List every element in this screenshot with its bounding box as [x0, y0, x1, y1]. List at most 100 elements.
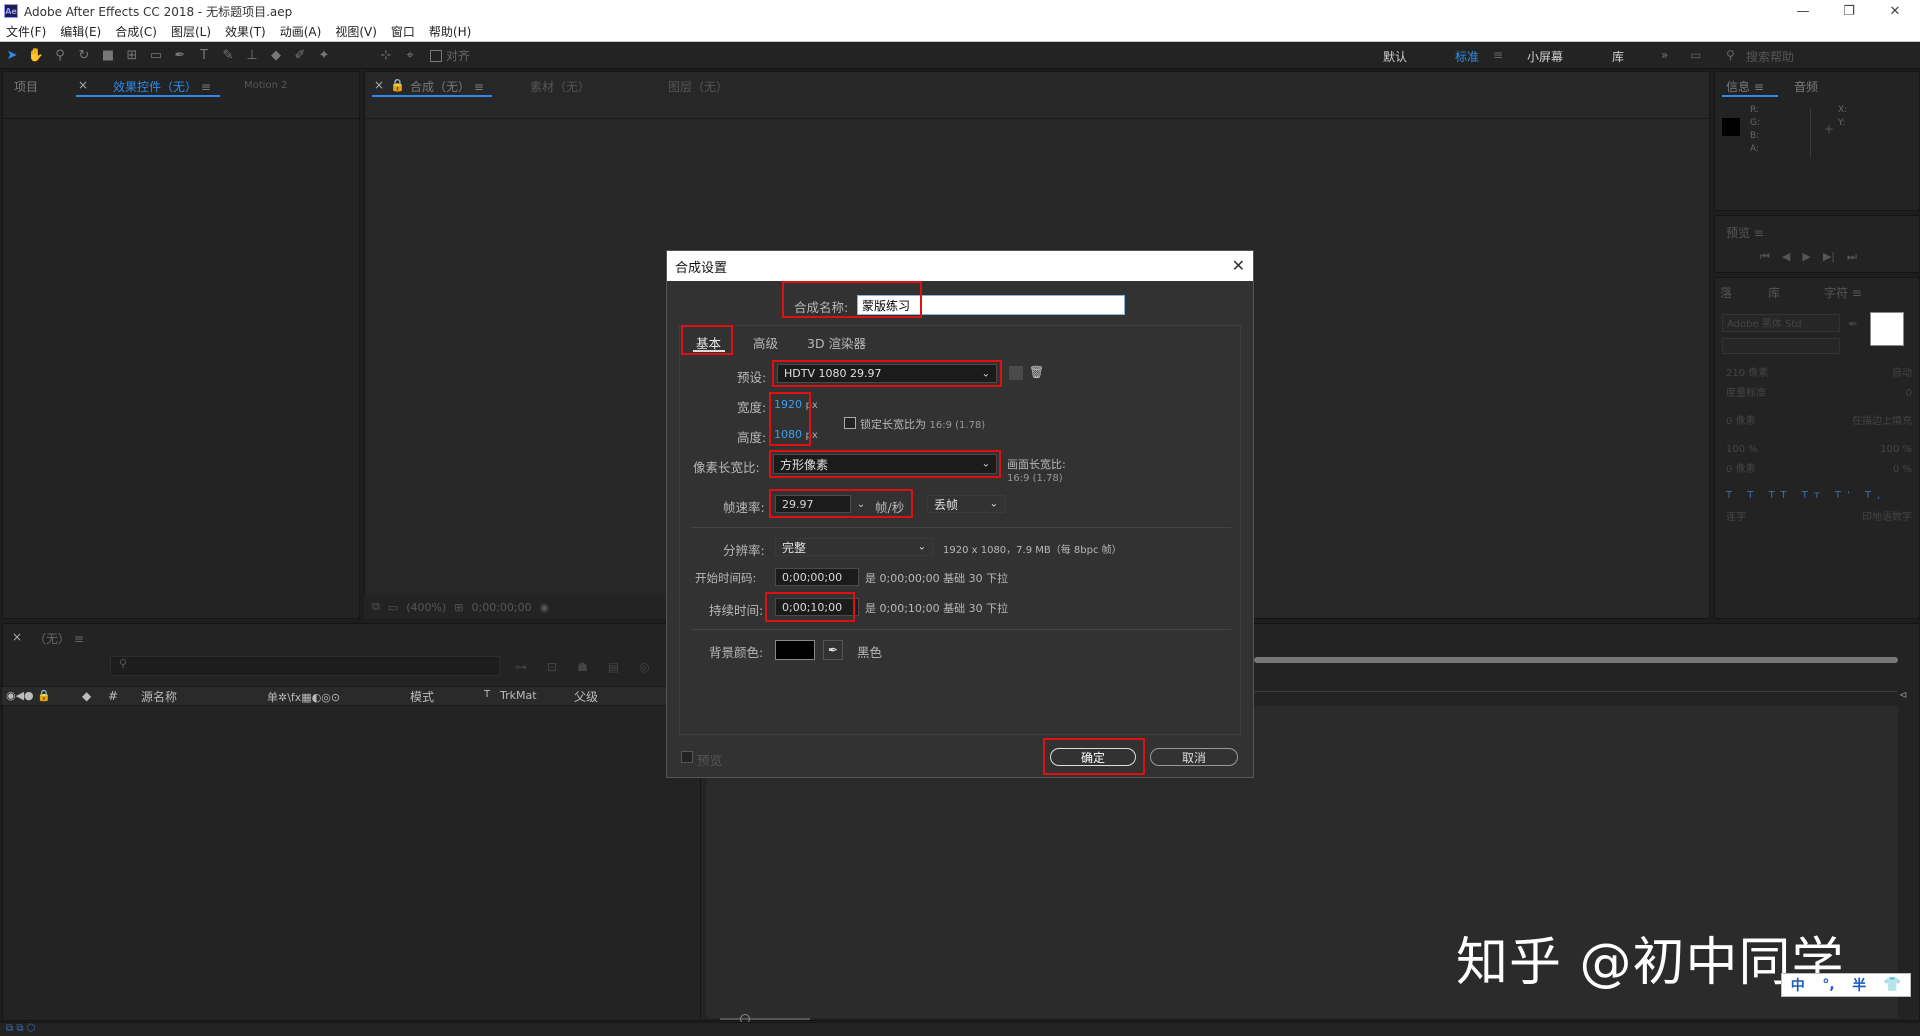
- ime-skin-icon[interactable]: 👕: [1884, 977, 1901, 993]
- tab-paragraph[interactable]: 落: [1720, 284, 1732, 301]
- viewer-monitor-icon[interactable]: ▭: [388, 601, 398, 614]
- tab-library[interactable]: 库: [1768, 284, 1780, 301]
- play-icon[interactable]: ▶: [1802, 250, 1810, 264]
- viewer-snapshot-icon[interactable]: ⧉: [372, 600, 380, 614]
- ime-halfwidth[interactable]: 半: [1852, 975, 1866, 995]
- ligatures-checkbox[interactable]: 连字: [1726, 508, 1746, 528]
- menu-help[interactable]: 帮助(H): [429, 23, 471, 40]
- pen-tool-icon[interactable]: ✒: [170, 46, 190, 66]
- zoom-tool-icon[interactable]: ⚲: [50, 46, 70, 66]
- comp-name-input[interactable]: 蒙版练习: [857, 295, 1125, 315]
- viewer-zoom[interactable]: (400%): [406, 601, 446, 614]
- menu-animation[interactable]: 动画(A): [280, 23, 322, 40]
- height-value[interactable]: 1080 px: [774, 428, 818, 441]
- tab-footage[interactable]: 素材（无）: [530, 78, 590, 95]
- cancel-button[interactable]: 取消: [1150, 748, 1238, 766]
- workspace-menu-icon[interactable]: ≡: [1493, 48, 1503, 62]
- tab-motion2[interactable]: Motion 2: [244, 80, 287, 91]
- clone-stamp-tool-icon[interactable]: ⊥: [242, 46, 262, 66]
- delete-preset-icon[interactable]: 🗑: [1029, 365, 1044, 379]
- time-ruler[interactable]: [1254, 678, 1898, 692]
- fps-input[interactable]: 29.97: [775, 495, 851, 513]
- tab-preview[interactable]: 预览 ≡: [1726, 224, 1764, 241]
- rotate-tool-icon[interactable]: ↻: [74, 46, 94, 66]
- width-value[interactable]: 1920 px: [774, 398, 818, 411]
- lock-aspect-checkbox[interactable]: [844, 417, 856, 429]
- workspace-small-screen[interactable]: 小屏幕: [1527, 48, 1563, 65]
- dialog-close-icon[interactable]: ✕: [1232, 256, 1245, 275]
- pan-behind-tool-icon[interactable]: ⊞: [122, 46, 142, 66]
- brush-tool-icon[interactable]: ✎: [218, 46, 238, 66]
- hand-tool-icon[interactable]: ✋: [26, 46, 46, 66]
- tab-project[interactable]: 项目: [14, 78, 38, 95]
- col-trkmat[interactable]: TrkMat: [500, 689, 537, 702]
- camera-tool-icon[interactable]: ■: [98, 46, 118, 66]
- font-family-select[interactable]: Adobe 黑体 Std: [1722, 314, 1840, 332]
- col-mode[interactable]: 模式: [410, 688, 434, 705]
- panel-toggle-icon[interactable]: ▭: [1690, 48, 1701, 62]
- tab-timeline[interactable]: （无） ≡: [34, 630, 84, 647]
- viewer-time[interactable]: 0;00;00;00: [472, 601, 532, 614]
- tab-3d-renderer[interactable]: 3D 渲染器: [807, 333, 866, 352]
- close-tab-icon[interactable]: ×: [374, 78, 384, 92]
- tab-advanced[interactable]: 高级: [753, 333, 778, 352]
- menu-layer[interactable]: 图层(L): [171, 23, 211, 40]
- menu-view[interactable]: 视图(V): [335, 23, 377, 40]
- save-preset-icon[interactable]: [1009, 366, 1023, 380]
- tab-layer[interactable]: 图层（无）: [668, 78, 728, 95]
- workspace-standard[interactable]: 标准: [1455, 48, 1479, 65]
- fill-color-swatch[interactable]: [1870, 312, 1904, 346]
- viewer-camera-icon[interactable]: ◉: [540, 601, 550, 614]
- start-timecode-input[interactable]: 0;00;00;00: [775, 568, 859, 586]
- comp-flowchart-icon[interactable]: ⊶: [515, 660, 527, 674]
- workspace-more-icon[interactable]: »: [1661, 48, 1668, 62]
- help-search-input[interactable]: 搜索帮助: [1746, 48, 1794, 65]
- workspace-library[interactable]: 库: [1612, 48, 1624, 65]
- rectangle-tool-icon[interactable]: ▭: [146, 46, 166, 66]
- duration-input[interactable]: 0;00;10;00: [775, 598, 859, 616]
- tab-effect-controls[interactable]: 效果控件（无） ≡: [113, 78, 211, 95]
- restore-button[interactable]: ❐: [1826, 0, 1872, 22]
- timeline-search-input[interactable]: ⚲: [110, 656, 500, 676]
- col-source-name[interactable]: 源名称: [141, 688, 177, 705]
- first-frame-icon[interactable]: ⏮: [1760, 250, 1770, 264]
- ok-button[interactable]: 确定: [1050, 748, 1136, 766]
- menu-composition[interactable]: 合成(C): [115, 23, 157, 40]
- col-parent[interactable]: 父级: [574, 688, 598, 705]
- align-checkbox[interactable]: [430, 49, 442, 62]
- tab-composition[interactable]: 合成（无） ≡: [410, 78, 484, 95]
- timeline-navigator[interactable]: [1254, 657, 1898, 663]
- close-tab-icon[interactable]: ×: [78, 78, 88, 92]
- close-tab-icon[interactable]: ×: [12, 630, 22, 644]
- prev-frame-icon[interactable]: ◀: [1782, 250, 1790, 264]
- motion-blur-icon[interactable]: ◎: [639, 660, 649, 674]
- menu-window[interactable]: 窗口: [391, 23, 415, 40]
- resolution-select[interactable]: 完整 ⌄: [775, 538, 933, 556]
- last-frame-icon[interactable]: ⏭: [1847, 250, 1857, 264]
- bg-color-swatch[interactable]: [775, 640, 815, 660]
- viewer-grid-icon[interactable]: ⊞: [454, 601, 463, 614]
- pixel-aspect-select[interactable]: 方形像素 ⌄: [773, 454, 997, 474]
- preview-checkbox[interactable]: [681, 751, 693, 763]
- axis-icon[interactable]: ⊹: [376, 46, 396, 66]
- timeline-nav-icon[interactable]: ⊲: [1899, 690, 1915, 702]
- menu-file[interactable]: 文件(F): [6, 23, 46, 40]
- selection-tool-icon[interactable]: ➤: [2, 46, 22, 66]
- drop-frame-select[interactable]: 丢帧 ⌄: [927, 495, 1005, 513]
- tab-character[interactable]: 字符 ≡: [1824, 284, 1862, 301]
- fps-dropdown-icon[interactable]: ⌄: [851, 495, 871, 513]
- snap-icon[interactable]: ⌖: [400, 46, 420, 66]
- menu-effect[interactable]: 效果(T): [225, 23, 266, 40]
- minimize-button[interactable]: —: [1780, 0, 1826, 22]
- eraser-tool-icon[interactable]: ◆: [266, 46, 286, 66]
- frame-blend-icon[interactable]: ▤: [608, 660, 619, 674]
- shy-icon[interactable]: ☗: [577, 660, 588, 674]
- font-style-select[interactable]: [1722, 338, 1840, 354]
- tab-audio[interactable]: 音频: [1794, 78, 1818, 95]
- puppet-tool-icon[interactable]: ✦: [314, 46, 334, 66]
- tab-info[interactable]: 信息 ≡: [1726, 78, 1764, 95]
- hindi-digits-checkbox[interactable]: 印地语数字: [1862, 508, 1912, 528]
- workspace-default[interactable]: 默认: [1383, 48, 1407, 65]
- draft3d-icon[interactable]: ⊡: [547, 660, 557, 674]
- roto-brush-tool-icon[interactable]: ✐: [290, 46, 310, 66]
